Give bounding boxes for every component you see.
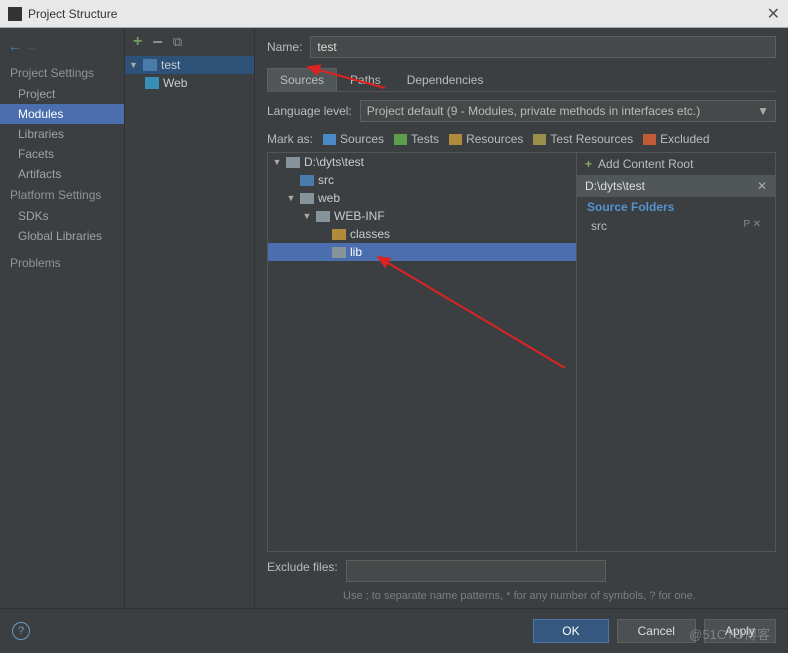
- nav-libraries[interactable]: Libraries: [0, 124, 124, 144]
- remove-module-icon[interactable]: −: [152, 32, 163, 53]
- folder-icon: [316, 211, 330, 222]
- chevron-down-icon[interactable]: ▼: [129, 60, 139, 70]
- facet-label: Web: [163, 76, 187, 90]
- nav-forward-icon[interactable]: →: [24, 38, 38, 54]
- language-level-select[interactable]: Project default (9 - Modules, private me…: [360, 100, 776, 122]
- nav-problems[interactable]: Problems: [0, 252, 124, 274]
- folder-icon: [533, 134, 546, 145]
- mark-resources[interactable]: Resources: [449, 132, 523, 146]
- nav-project[interactable]: Project: [0, 84, 124, 104]
- exclude-files-input[interactable]: [346, 560, 606, 582]
- source-folders-header: Source Folders: [577, 197, 775, 217]
- content-root-row[interactable]: D:\dyts\test ✕: [577, 175, 775, 197]
- language-level-label: Language level:: [267, 104, 352, 118]
- help-icon[interactable]: ?: [12, 622, 30, 640]
- tree-root[interactable]: ▼D:\dyts\test: [268, 153, 576, 171]
- tree-item-web[interactable]: ▼web: [268, 189, 576, 207]
- module-editor: Name: Sources Paths Dependencies Languag…: [255, 28, 788, 608]
- close-icon[interactable]: ✕: [767, 4, 780, 24]
- folder-icon: [332, 247, 346, 258]
- tree-item-lib[interactable]: lib: [268, 243, 576, 261]
- add-module-icon[interactable]: +: [133, 33, 142, 51]
- language-level-value: Project default (9 - Modules, private me…: [367, 104, 701, 118]
- folder-icon: [323, 134, 336, 145]
- source-folder-icon: [300, 175, 314, 186]
- name-label: Name:: [267, 40, 302, 54]
- facet-row-web[interactable]: Web: [125, 74, 254, 92]
- add-content-root-button[interactable]: +Add Content Root: [577, 153, 775, 175]
- chevron-down-icon[interactable]: ▼: [302, 211, 312, 221]
- tab-sources[interactable]: Sources: [267, 68, 337, 91]
- tab-paths[interactable]: Paths: [337, 68, 394, 91]
- ok-button[interactable]: OK: [533, 619, 608, 643]
- tree-item-webinf[interactable]: ▼WEB-INF: [268, 207, 576, 225]
- folder-icon: [394, 134, 407, 145]
- section-project-settings: Project Settings: [0, 62, 124, 84]
- content-root-path: D:\dyts\test: [585, 179, 645, 193]
- folder-icon: [300, 193, 314, 204]
- tab-dependencies[interactable]: Dependencies: [394, 68, 497, 91]
- chevron-down-icon[interactable]: ▼: [286, 193, 296, 203]
- module-name-input[interactable]: [310, 36, 776, 58]
- mark-sources[interactable]: Sources: [323, 132, 384, 146]
- section-platform-settings: Platform Settings: [0, 184, 124, 206]
- module-row-test[interactable]: ▼ test: [125, 56, 254, 74]
- module-icon: [143, 59, 157, 71]
- app-icon: [8, 7, 22, 21]
- nav-global-libraries[interactable]: Global Libraries: [0, 226, 124, 246]
- chevron-down-icon: ▼: [757, 104, 769, 118]
- remove-root-icon[interactable]: ✕: [757, 179, 767, 193]
- chevron-down-icon[interactable]: ▼: [272, 157, 282, 167]
- module-list: + − ⧉ ▼ test Web: [125, 28, 255, 608]
- source-folder-actions[interactable]: P ✕: [743, 219, 761, 233]
- mark-excluded[interactable]: Excluded: [643, 132, 709, 146]
- copy-module-icon[interactable]: ⧉: [173, 34, 182, 50]
- tab-bar: Sources Paths Dependencies: [267, 68, 776, 92]
- exclude-hint: Use ; to separate name patterns, * for a…: [267, 590, 776, 608]
- content-roots-panel: +Add Content Root D:\dyts\test ✕ Source F…: [577, 152, 776, 552]
- mark-test-resources[interactable]: Test Resources: [533, 132, 633, 146]
- mark-as-label: Mark as:: [267, 132, 313, 146]
- tree-item-classes[interactable]: classes: [268, 225, 576, 243]
- directory-tree[interactable]: ▼D:\dyts\test src ▼web ▼WEB-INF classes …: [267, 152, 577, 552]
- folder-icon: [332, 229, 346, 240]
- folder-icon: [449, 134, 462, 145]
- nav-artifacts[interactable]: Artifacts: [0, 164, 124, 184]
- nav-sdks[interactable]: SDKs: [0, 206, 124, 226]
- mark-tests[interactable]: Tests: [394, 132, 439, 146]
- tree-item-src[interactable]: src: [268, 171, 576, 189]
- nav-back-icon[interactable]: ←: [8, 38, 22, 54]
- source-folder-item[interactable]: srcP ✕: [577, 217, 775, 235]
- module-label: test: [161, 58, 180, 72]
- folder-icon: [643, 134, 656, 145]
- window-title: Project Structure: [28, 7, 767, 21]
- exclude-files-label: Exclude files:: [267, 560, 338, 574]
- cancel-button[interactable]: Cancel: [617, 619, 696, 643]
- nav-facets[interactable]: Facets: [0, 144, 124, 164]
- nav-modules[interactable]: Modules: [0, 104, 124, 124]
- folder-icon: [286, 157, 300, 168]
- watermark: @51CTO博客: [689, 624, 770, 643]
- settings-nav: ← → Project Settings Project Modules Lib…: [0, 28, 125, 608]
- web-icon: [145, 77, 159, 89]
- plus-icon: +: [585, 157, 592, 171]
